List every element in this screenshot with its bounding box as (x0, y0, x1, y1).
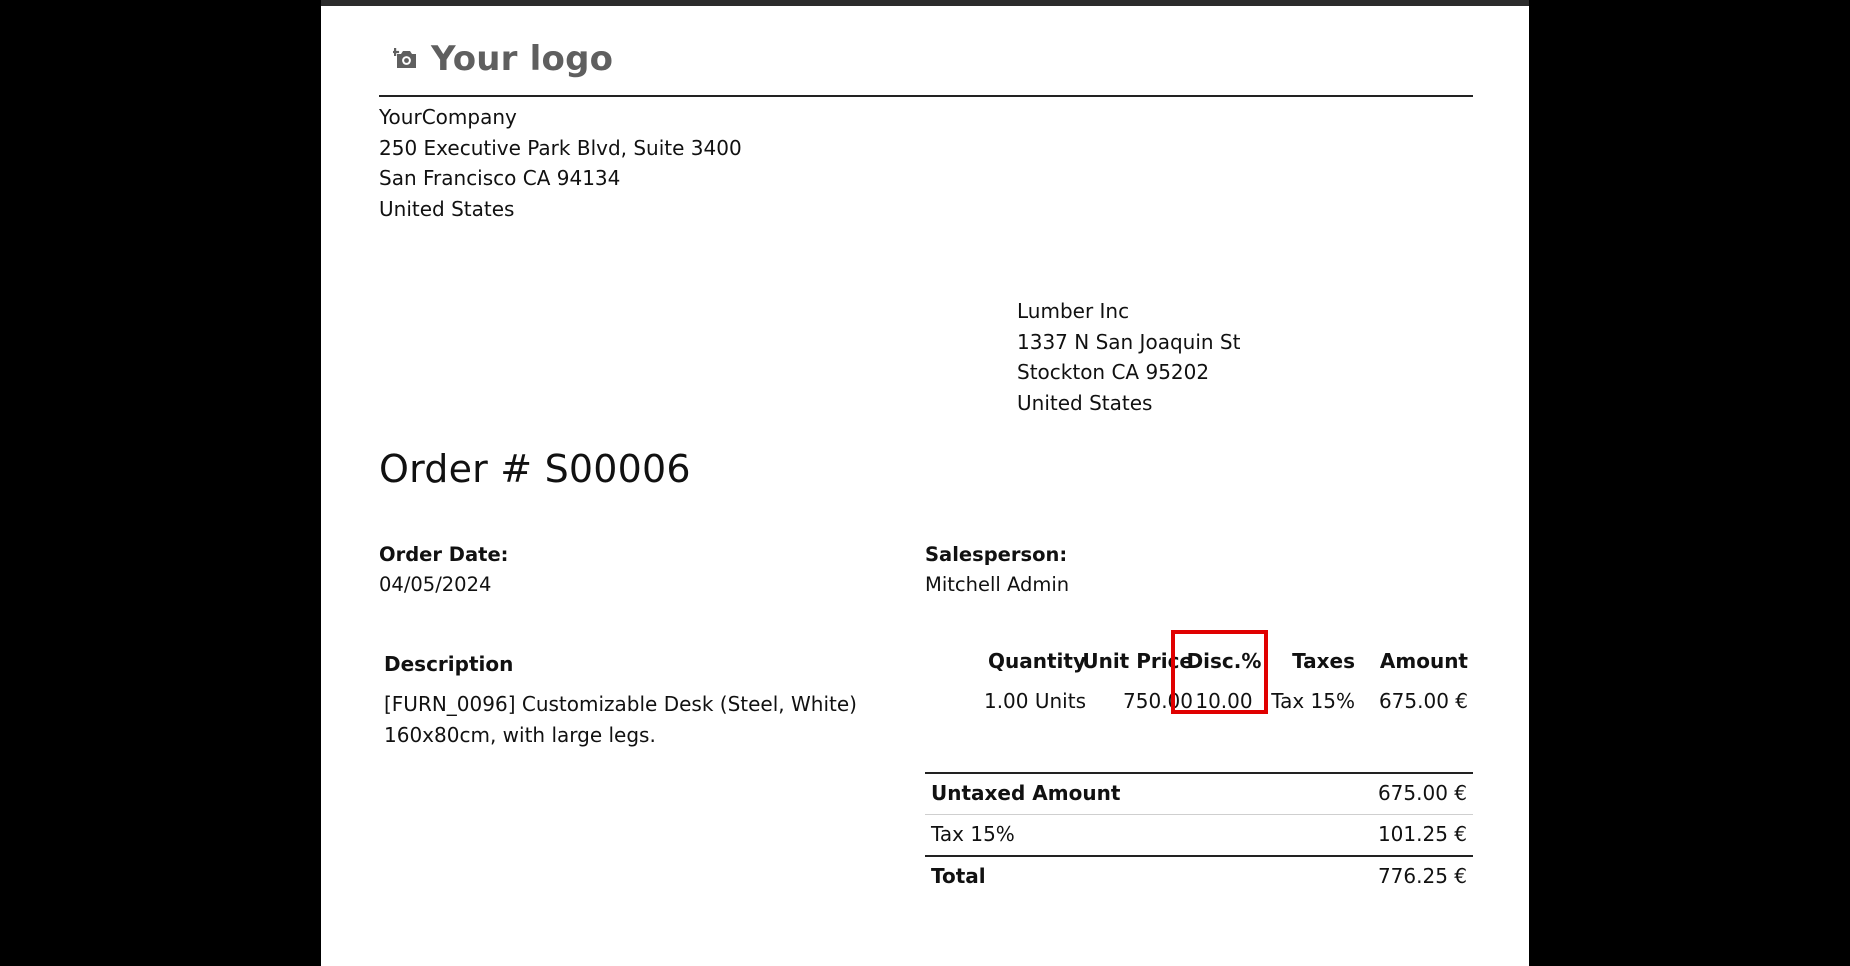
company-address-line-1: 250 Executive Park Blvd, Suite 3400 (379, 135, 742, 160)
company-address: YourCompany 250 Executive Park Blvd, Sui… (379, 102, 742, 224)
line-amount: 675.00 € (1378, 689, 1468, 713)
order-date-value: 04/05/2024 (379, 573, 492, 596)
discount-highlight-box (1171, 630, 1268, 714)
customer-address: Lumber Inc 1337 N San Joaquin St Stockto… (1017, 296, 1240, 418)
grand-total-row: Total 776.25 € (925, 855, 1473, 897)
company-address-line-2: San Francisco CA 94134 (379, 166, 621, 190)
camera-plus-icon (393, 46, 419, 72)
line-description-secondary: 160x80cm, with large legs. (384, 723, 656, 747)
grand-total-value: 776.25 € (1377, 864, 1467, 888)
customer-name: Lumber Inc (1017, 299, 1130, 323)
description-header: Description (384, 652, 514, 676)
line-description-primary: [FURN_0096] Customizable Desk (Steel, Wh… (384, 692, 857, 716)
line-taxes: Tax 15% (1271, 689, 1355, 713)
logo-placeholder: Your logo (389, 36, 613, 82)
totals-summary: Untaxed Amount 675.00 € Tax 15% 101.25 €… (925, 772, 1473, 897)
tax-value: 101.25 € (1377, 822, 1467, 846)
order-date-label: Order Date: (379, 543, 509, 566)
line-quantity: 1.00 Units (983, 689, 1086, 713)
salesperson-label: Salesperson: (925, 543, 1068, 566)
salesperson-block: Salesperson: Mitchell Admin (925, 540, 1069, 600)
customer-address-line-2: Stockton CA 95202 (1017, 360, 1210, 384)
taxes-header: Taxes (1292, 649, 1355, 673)
untaxed-label: Untaxed Amount (931, 781, 1121, 805)
company-country: United States (379, 196, 515, 221)
sales-order-document: Your logo YourCompany 250 Executive Park… (321, 6, 1529, 966)
customer-address-line-1: 1337 N San Joaquin St (1017, 329, 1241, 354)
header-divider (379, 95, 1473, 97)
order-title: Order # S00006 (379, 447, 691, 491)
tax-row: Tax 15% 101.25 € (925, 814, 1473, 855)
untaxed-row: Untaxed Amount 675.00 € (925, 772, 1473, 814)
grand-total-label: Total (931, 864, 986, 888)
salesperson-value: Mitchell Admin (925, 573, 1070, 596)
tax-label: Tax 15% (931, 822, 1015, 846)
order-lines-table: Description Quantity Unit Price Disc.% T… (379, 641, 1473, 753)
quantity-header: Quantity (988, 649, 1086, 673)
logo-text: Your logo (431, 39, 614, 79)
untaxed-value: 675.00 € (1377, 781, 1467, 805)
company-name: YourCompany (379, 105, 517, 129)
customer-country: United States (1017, 390, 1153, 415)
amount-header: Amount (1379, 649, 1468, 673)
order-date-block: Order Date: 04/05/2024 (379, 540, 508, 600)
line-description: [FURN_0096] Customizable Desk (Steel, Wh… (384, 689, 904, 751)
